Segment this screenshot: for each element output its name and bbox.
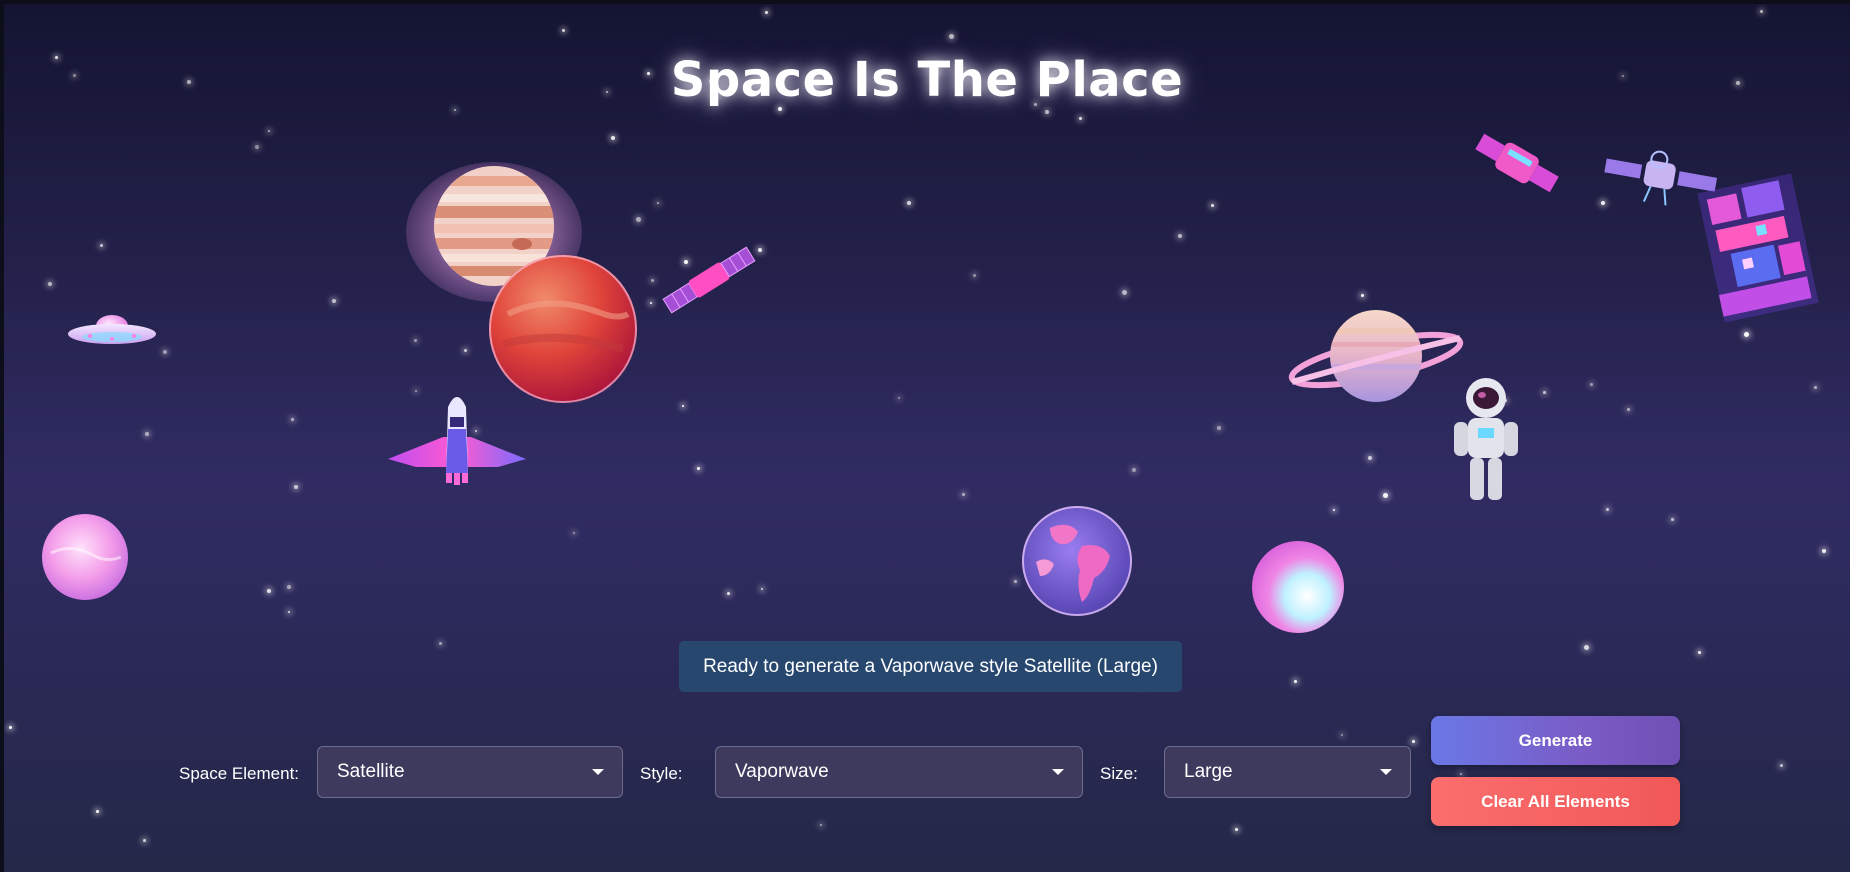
space-canvas: Space Is The Place Ready to generate a V… bbox=[4, 4, 1850, 872]
star bbox=[1606, 508, 1609, 511]
star bbox=[1235, 828, 1238, 831]
star bbox=[898, 397, 900, 399]
star bbox=[1412, 740, 1415, 743]
star bbox=[268, 130, 270, 132]
star bbox=[1671, 518, 1674, 521]
satellite-icon bbox=[660, 242, 758, 318]
star bbox=[1590, 383, 1593, 386]
space-element-value: Satellite bbox=[337, 761, 405, 782]
star bbox=[291, 418, 294, 421]
star bbox=[573, 532, 575, 534]
star bbox=[332, 299, 336, 303]
ringed-planet-icon bbox=[1288, 308, 1464, 408]
star bbox=[143, 839, 146, 842]
star bbox=[439, 642, 442, 645]
star bbox=[163, 350, 167, 354]
star bbox=[973, 274, 976, 277]
star bbox=[1294, 680, 1297, 683]
chevron-down-icon bbox=[1052, 769, 1064, 775]
style-label: Style: bbox=[640, 764, 683, 783]
star bbox=[287, 585, 291, 589]
star bbox=[1744, 332, 1749, 337]
star bbox=[949, 34, 954, 39]
star bbox=[1079, 117, 1082, 120]
chevron-down-icon bbox=[592, 769, 604, 775]
star bbox=[255, 145, 259, 149]
size-label: Size: bbox=[1100, 764, 1138, 783]
star bbox=[267, 589, 271, 593]
pink-planet-icon bbox=[1251, 540, 1345, 634]
status-message: Ready to generate a Vaporwave style Sate… bbox=[679, 641, 1182, 692]
ufo-icon bbox=[66, 310, 158, 352]
earth-globe-icon bbox=[1020, 506, 1134, 618]
star bbox=[464, 349, 467, 352]
space-shuttle-icon bbox=[388, 389, 526, 489]
star bbox=[611, 136, 615, 140]
page-title: Space Is The Place bbox=[670, 52, 1184, 108]
style-value: Vaporwave bbox=[735, 761, 829, 782]
star bbox=[48, 282, 52, 286]
star bbox=[454, 109, 456, 111]
star bbox=[1822, 549, 1826, 553]
style-select[interactable]: Vaporwave bbox=[715, 746, 1083, 798]
star bbox=[651, 279, 654, 282]
size-value: Large bbox=[1184, 761, 1233, 782]
star bbox=[1698, 651, 1701, 654]
star bbox=[962, 493, 965, 496]
star bbox=[1584, 645, 1589, 650]
star bbox=[820, 824, 822, 826]
star bbox=[1368, 456, 1372, 460]
pink-planet-icon bbox=[41, 513, 129, 601]
star bbox=[1211, 204, 1214, 207]
satellite-icon bbox=[1474, 126, 1560, 200]
star bbox=[100, 244, 103, 247]
star bbox=[761, 588, 763, 590]
space-station-icon bbox=[1697, 173, 1819, 323]
star bbox=[1122, 290, 1127, 295]
star bbox=[1178, 234, 1182, 238]
star bbox=[1361, 294, 1364, 297]
star bbox=[1333, 509, 1335, 511]
star bbox=[414, 339, 417, 342]
star bbox=[1460, 773, 1462, 775]
star bbox=[1760, 10, 1763, 13]
astronaut-icon bbox=[1448, 376, 1524, 504]
star bbox=[96, 810, 99, 813]
chevron-down-icon bbox=[1380, 769, 1392, 775]
size-select[interactable]: Large bbox=[1164, 746, 1411, 798]
star bbox=[1383, 493, 1388, 498]
star bbox=[657, 202, 659, 204]
star bbox=[1014, 580, 1017, 583]
star bbox=[765, 11, 768, 14]
star bbox=[727, 592, 730, 595]
star bbox=[1814, 386, 1817, 389]
star bbox=[1217, 426, 1221, 430]
red-planet-icon bbox=[488, 254, 638, 404]
star bbox=[1543, 391, 1546, 394]
star bbox=[294, 485, 298, 489]
star bbox=[650, 302, 652, 304]
star bbox=[145, 432, 149, 436]
star bbox=[1627, 408, 1630, 411]
space-element-label: Space Element: bbox=[179, 764, 300, 783]
star bbox=[1780, 764, 1783, 767]
star bbox=[9, 726, 12, 729]
clear-all-button[interactable]: Clear All Elements bbox=[1431, 777, 1680, 826]
space-element-select[interactable]: Satellite bbox=[317, 746, 623, 798]
star bbox=[682, 405, 684, 407]
star bbox=[1045, 110, 1049, 114]
star bbox=[636, 217, 641, 222]
star bbox=[1341, 734, 1343, 736]
star bbox=[697, 467, 700, 470]
generate-button[interactable]: Generate bbox=[1431, 716, 1680, 765]
star bbox=[562, 29, 565, 32]
star bbox=[758, 248, 762, 252]
star bbox=[907, 201, 911, 205]
star bbox=[288, 611, 290, 613]
star bbox=[1132, 468, 1136, 472]
